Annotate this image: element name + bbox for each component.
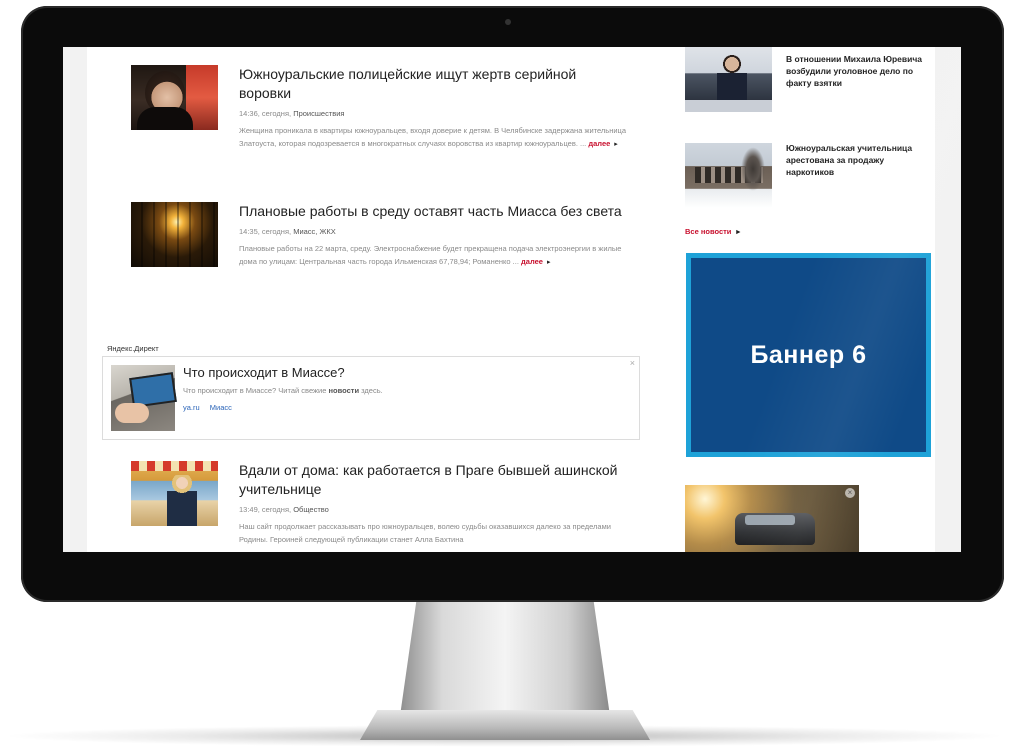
article-title[interactable]: Вдали от дома: как работается в Праге бы… [239, 461, 631, 499]
article-body: Вдали от дома: как работается в Праге бы… [239, 461, 631, 546]
article-meta: 13:49, сегодня, Общество [239, 505, 631, 514]
article-excerpt: Плановые работы на 22 марта, среду. Элек… [239, 242, 631, 269]
article-body: Южноуральские полицейские ищут жертв сер… [239, 65, 631, 151]
ad-description-end: здесь. [361, 386, 383, 395]
camera-icon [505, 19, 511, 25]
ad-description-bold: новости [328, 386, 360, 395]
thumbnail-person [167, 475, 197, 526]
sidebar-news-title[interactable]: В отношении Михаила Юревича возбудили уг… [786, 53, 934, 89]
thumbnail-decor [131, 461, 218, 471]
all-news-label[interactable]: Все новости [685, 227, 731, 236]
article-title[interactable]: Южноуральские полицейские ищут жертв сер… [239, 65, 631, 103]
article-meta: 14:35, сегодня, Миасс, ЖКХ [239, 227, 631, 236]
ad-description: Что происходит в Миассе? Читай свежие но… [183, 386, 383, 395]
close-icon[interactable]: × [845, 488, 855, 498]
article-time: 14:35, сегодня, [239, 227, 292, 236]
sidebar-news-item[interactable]: Южноуральская учительница арестована за … [685, 143, 935, 209]
close-icon[interactable]: × [630, 358, 635, 368]
ad-label: Яндекс.Директ [107, 344, 159, 353]
news-page: Южноуральские полицейские ищут жертв сер… [87, 47, 935, 552]
article-excerpt-text: Наш сайт продолжает рассказывать про южн… [239, 522, 611, 544]
ad-description-text: Что происходит в Миассе? Читай свежие [183, 386, 327, 395]
article-time: 13:49, сегодня, [239, 505, 292, 514]
arrow-right-icon: ▸ [736, 227, 741, 236]
car-window [745, 515, 795, 525]
article-thumbnail[interactable] [131, 461, 218, 526]
news-article[interactable]: Южноуральские полицейские ищут жертв сер… [131, 65, 631, 185]
article-excerpt: Женщина проникала в квартиры южноуральце… [239, 124, 631, 151]
article-body: Плановые работы в среду оставят часть Ми… [239, 202, 631, 269]
article-excerpt: Наш сайт продолжает рассказывать про южн… [239, 520, 631, 546]
article-meta: 14:36, сегодня, Происшествия [239, 109, 631, 118]
ad-image[interactable] [111, 365, 177, 431]
article-excerpt-text: Плановые работы на 22 марта, среду. Элек… [239, 244, 622, 266]
ad-domain-link[interactable]: ya.ru [183, 403, 200, 412]
monitor-screen: Южноуральские полицейские ищут жертв сер… [63, 47, 961, 552]
arrow-right-icon: ▸ [614, 141, 618, 148]
article-excerpt-text: Женщина проникала в квартиры южноуральце… [239, 126, 627, 148]
all-news-link[interactable]: Все новости ▸ [685, 227, 740, 236]
article-category[interactable]: Происшествия [293, 109, 344, 118]
ad-image-hand [115, 403, 149, 423]
sidebar-news-title[interactable]: Южноуральская учительница арестована за … [786, 142, 934, 178]
thumbnail-person [717, 55, 747, 103]
ad-links: ya.ru Миасс [183, 403, 240, 412]
read-more-link[interactable]: далее [588, 139, 610, 148]
ad-region-link[interactable]: Миасс [210, 403, 232, 412]
thumbnail-person-body [137, 107, 193, 130]
car-ad-image[interactable]: × [685, 485, 859, 552]
sidebar-thumbnail[interactable] [685, 143, 772, 208]
read-more-link[interactable]: далее [521, 257, 543, 266]
article-title[interactable]: Плановые работы в среду оставят часть Ми… [239, 202, 631, 221]
text-ad[interactable]: Что происходит в Миассе? Что происходит … [102, 356, 640, 440]
news-article[interactable]: Вдали от дома: как работается в Праге бы… [131, 461, 631, 552]
thumbnail-desk [685, 100, 772, 112]
banner-label: Баннер 6 [750, 340, 867, 369]
news-article[interactable]: Плановые работы в среду оставят часть Ми… [131, 202, 631, 322]
arrow-right-icon: ▸ [546, 259, 551, 266]
monitor-stand-base [360, 710, 650, 740]
article-category[interactable]: Миасс, ЖКХ [293, 227, 336, 236]
article-thumbnail[interactable] [131, 65, 218, 130]
ad-title[interactable]: Что происходит в Миассе? [183, 365, 345, 380]
monitor-frame: Южноуральские полицейские ищут жертв сер… [21, 6, 1004, 602]
thumbnail-shadows [131, 202, 218, 267]
sidebar-thumbnail[interactable] [685, 47, 772, 112]
article-thumbnail[interactable] [131, 202, 218, 267]
monitor-stand [400, 598, 610, 716]
thumbnail-tree [741, 147, 765, 191]
article-time: 14:36, сегодня, [239, 109, 292, 118]
banner-ad[interactable]: Баннер 6 [686, 253, 931, 457]
sidebar-news-item[interactable]: В отношении Михаила Юревича возбудили уг… [685, 47, 935, 121]
article-category[interactable]: Общество [293, 505, 329, 514]
